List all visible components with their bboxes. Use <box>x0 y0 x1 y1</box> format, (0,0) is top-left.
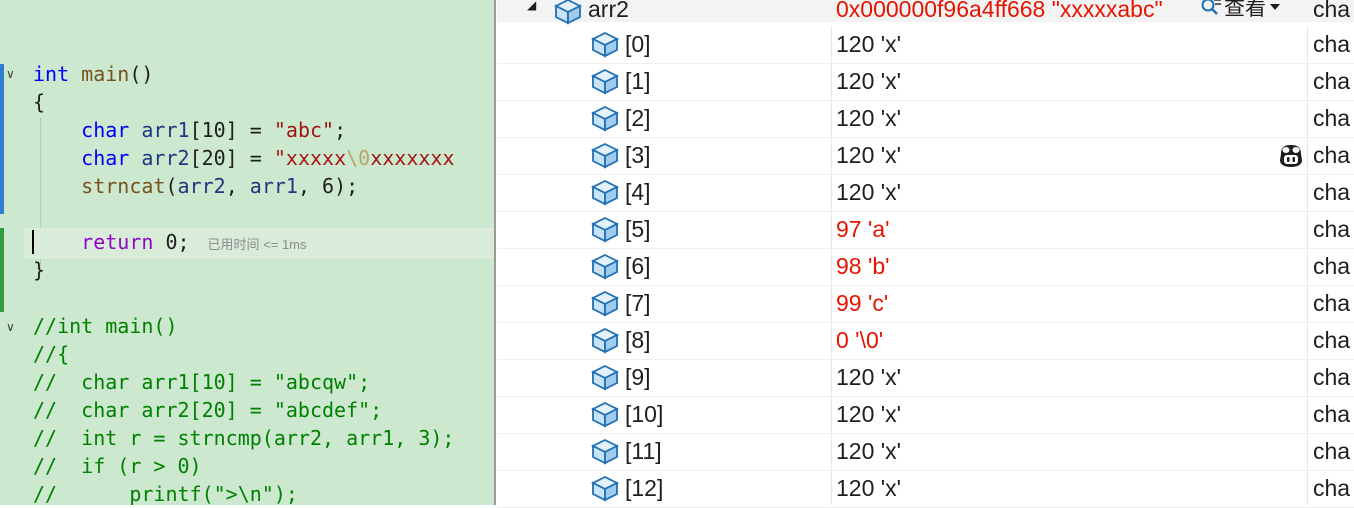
watch-value[interactable]: 120 'x' <box>836 364 901 391</box>
cube-icon <box>590 401 620 428</box>
cube-icon <box>590 327 620 354</box>
watch-row[interactable]: [12] 120 'x' cha <box>497 470 1354 508</box>
cube-icon <box>590 253 620 280</box>
cube-icon <box>590 438 620 465</box>
watch-row[interactable]: [6] 98 'b' cha <box>497 248 1354 286</box>
watch-value[interactable]: 99 'c' <box>836 290 888 317</box>
watch-name: [2] <box>625 105 651 131</box>
watch-value[interactable]: 0x000000f96a4ff668 "xxxxxabc" <box>836 0 1163 23</box>
watch-row[interactable]: [10] 120 'x' cha <box>497 396 1354 434</box>
pane-splitter[interactable] <box>494 0 496 505</box>
comment-line: // char arr2[20] = "abcdef"; <box>33 398 383 422</box>
watch-type: cha <box>1313 216 1351 242</box>
watch-row[interactable]: [7] 99 'c' cha <box>497 285 1354 323</box>
watch-name: arr2 <box>588 0 629 22</box>
watch-name: [9] <box>625 364 651 390</box>
view-visualizer-button[interactable]: 查看 <box>1200 0 1282 20</box>
cube-icon <box>590 475 620 502</box>
code-line-signature: int main() <box>33 62 154 86</box>
code-line-arr1: char arr1[10] = "abc"; <box>81 118 347 142</box>
watch-name: [11] <box>625 438 662 464</box>
watch-name: [8] <box>625 327 651 353</box>
comment-line: //{ <box>33 342 70 366</box>
watch-type: cha <box>1313 0 1351 22</box>
watch-type: cha <box>1313 401 1351 427</box>
fold-toggle-comment[interactable]: ∨ <box>6 321 18 333</box>
change-indicator-unsaved <box>0 228 4 312</box>
cube-icon <box>590 216 620 243</box>
watch-name: [4] <box>625 179 651 205</box>
watch-row[interactable]: [0] 120 'x' cha <box>497 26 1354 64</box>
watch-name: [0] <box>625 31 651 57</box>
watch-name: [5] <box>625 216 651 242</box>
watch-value[interactable]: 120 'x' <box>836 68 901 95</box>
cube-icon <box>590 290 620 317</box>
watch-type: cha <box>1313 364 1351 390</box>
watch-type: cha <box>1313 68 1351 94</box>
cube-icon <box>553 0 583 25</box>
watch-row-arr2[interactable]: ◢ arr2 0x000000f96a4ff668 "xxxxxabc" 查看 … <box>497 0 1354 25</box>
watch-type: cha <box>1313 438 1351 464</box>
watch-name: [6] <box>625 253 651 279</box>
code-editor[interactable]: ∨ ∨ int main() { char arr1[10] = "abc"; … <box>0 0 496 505</box>
comment-line: // char arr1[10] = "abcqw"; <box>33 370 371 394</box>
watch-value[interactable]: 97 'a' <box>836 216 890 243</box>
watch-value[interactable]: 120 'x' <box>836 142 901 169</box>
copilot-icon[interactable] <box>1275 140 1307 172</box>
magnifier-icon <box>1201 0 1221 15</box>
comment-line: // int r = strncmp(arr2, arr1, 3); <box>33 426 455 450</box>
comment-line: //int main() <box>33 314 178 338</box>
watch-name: [1] <box>625 68 651 94</box>
watch-type: cha <box>1313 179 1351 205</box>
cube-icon <box>590 31 620 58</box>
comment-line: // printf(">\n"); <box>33 482 298 505</box>
watch-type: cha <box>1313 31 1351 57</box>
cube-icon <box>590 105 620 132</box>
collapse-arrow-icon[interactable]: ◢ <box>527 0 536 12</box>
view-button-label: 查看 <box>1224 0 1266 20</box>
code-line-return: return 0; 已用时间 <= 1ms <box>81 230 307 254</box>
code-line-close-brace: } <box>33 258 46 282</box>
watch-value[interactable]: 98 'b' <box>836 253 890 280</box>
watch-row[interactable]: [2] 120 'x' cha <box>497 100 1354 138</box>
elapsed-time-hint: 已用时间 <= 1ms <box>207 237 307 252</box>
code-line-arr2: char arr2[20] = "xxxxx\0xxxxxxx <box>81 146 455 170</box>
fold-toggle-main[interactable]: ∨ <box>6 68 18 80</box>
watch-name: [12] <box>625 475 664 501</box>
cube-icon <box>590 179 620 206</box>
watch-type: cha <box>1313 327 1351 353</box>
watch-value[interactable]: 120 'x' <box>836 438 901 465</box>
watch-row[interactable]: [11] 120 'x' cha <box>497 433 1354 471</box>
watch-row[interactable]: [4] 120 'x' cha <box>497 174 1354 212</box>
comment-line: // if (r > 0) <box>33 454 202 478</box>
watch-row[interactable]: [5] 97 'a' cha <box>497 211 1354 249</box>
watch-row[interactable]: [8] 0 '\0' cha <box>497 322 1354 360</box>
watch-type: cha <box>1313 105 1351 131</box>
watch-type: cha <box>1313 142 1351 168</box>
watch-value[interactable]: 120 'x' <box>836 475 901 502</box>
watch-type: cha <box>1313 290 1351 316</box>
watch-value[interactable]: 120 'x' <box>836 401 901 428</box>
watch-value[interactable]: 120 'x' <box>836 105 901 132</box>
watch-name: [3] <box>625 142 651 168</box>
watch-type: cha <box>1313 253 1351 279</box>
code-line-strncat: strncat(arr2, arr1, 6); <box>81 174 359 198</box>
cube-icon <box>590 142 620 169</box>
code-line-open-brace: { <box>33 90 46 114</box>
watch-row[interactable]: [1] 120 'x' cha <box>497 63 1354 101</box>
watch-name: [7] <box>625 290 651 316</box>
chevron-down-icon[interactable] <box>1268 0 1282 14</box>
watch-name: [10] <box>625 401 664 427</box>
watch-value[interactable]: 120 'x' <box>836 31 901 58</box>
watch-value[interactable]: 120 'x' <box>836 179 901 206</box>
watch-value[interactable]: 0 '\0' <box>836 327 883 354</box>
watch-type: cha <box>1313 475 1351 501</box>
cube-icon <box>590 68 620 95</box>
cube-icon <box>590 364 620 391</box>
change-indicator-saved <box>0 64 4 214</box>
watch-window: ◢ arr2 0x000000f96a4ff668 "xxxxxabc" 查看 … <box>497 0 1354 508</box>
watch-row[interactable]: [3] 120 'x' cha <box>497 137 1354 175</box>
watch-row[interactable]: [9] 120 'x' cha <box>497 359 1354 397</box>
